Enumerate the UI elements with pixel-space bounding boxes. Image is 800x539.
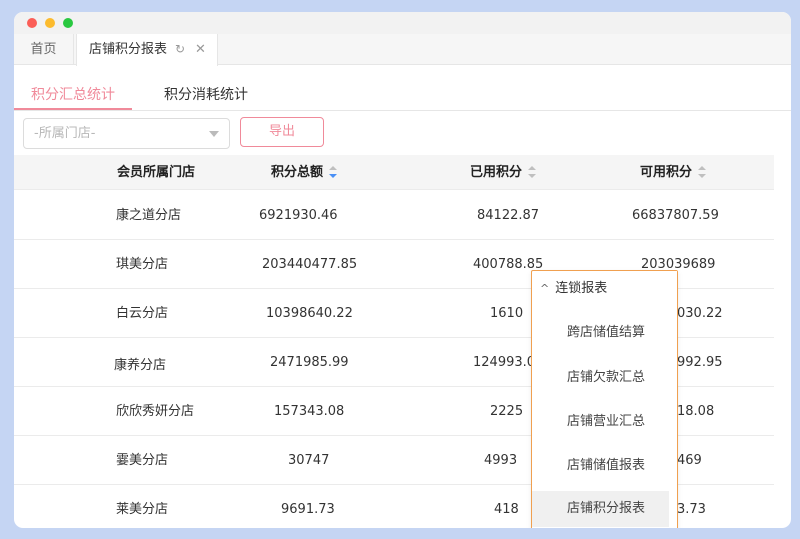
cell-used: 418 (494, 502, 519, 517)
cell-total: 157343.08 (274, 404, 345, 419)
sort-icon[interactable] (698, 165, 707, 178)
menu-item-cross-store-settlement[interactable]: 跨店储值结算 (532, 315, 669, 351)
title-bar (14, 12, 791, 34)
header-available-label: 可用积分 (640, 165, 693, 180)
menu-group-chain-reports[interactable]: ^ 连锁报表 (540, 279, 607, 299)
refresh-icon[interactable]: ↻ (175, 34, 185, 65)
tab-points-consumption[interactable]: 积分消耗统计 (164, 82, 248, 110)
cell-total: 9691.73 (281, 502, 335, 517)
header-store: 会员所属门店 (117, 165, 196, 180)
close-icon[interactable]: ✕ (195, 34, 206, 65)
cell-store: 霎美分店 (116, 453, 169, 468)
sort-icon[interactable] (329, 165, 338, 178)
menu-group-label: 连锁报表 (555, 281, 608, 296)
header-used-label: 已用积分 (470, 165, 523, 180)
chain-report-menu: ^ 连锁报表 跨店储值结算 店铺欠款汇总 店铺营业汇总 店铺储值报表 店铺积分报表 (531, 270, 678, 528)
cell-used: 1610 (490, 306, 524, 321)
menu-item-store-points-report[interactable]: 店铺积分报表 (532, 491, 669, 527)
cell-total: 10398640.22 (266, 306, 353, 321)
table-row[interactable]: 康之道分店 6921930.46 84122.87 66837807.59 (14, 191, 774, 240)
store-select[interactable]: -所属门店- (23, 118, 230, 149)
header-total[interactable]: 积分总额 (271, 155, 338, 190)
cell-available: 3.73 (677, 502, 706, 517)
close-window-button[interactable] (27, 18, 37, 28)
tab-points-summary[interactable]: 积分汇总统计 (14, 82, 132, 110)
cell-available: 992.95 (677, 355, 723, 370)
menu-item-store-arrears-summary[interactable]: 店铺欠款汇总 (532, 360, 669, 396)
menu-item-store-stored-value-report[interactable]: 店铺储值报表 (532, 448, 669, 484)
cell-total: 30747 (288, 453, 330, 468)
cell-available: 18.08 (677, 404, 715, 419)
cell-used: 2225 (490, 404, 524, 419)
cell-store: 琪美分店 (116, 257, 169, 272)
chevron-down-icon (209, 131, 219, 137)
tab-store-points-report[interactable]: 店铺积分报表 ↻ ✕ (76, 34, 218, 66)
cell-available: 030.22 (677, 306, 723, 321)
cell-available: 66837807.59 (632, 208, 719, 223)
minimize-window-button[interactable] (45, 18, 55, 28)
cell-store: 白云分店 (116, 306, 169, 321)
sort-icon[interactable] (528, 165, 537, 178)
table-header: 会员所属门店 积分总额 已用积分 可用积分 (14, 155, 774, 190)
header-used[interactable]: 已用积分 (470, 155, 537, 190)
app-window: 首页 店铺积分报表 ↻ ✕ 积分汇总统计 积分消耗统计 -所属门店- 导出 会员… (14, 12, 791, 528)
cell-available: 469 (677, 453, 702, 468)
sub-tabs: 积分汇总统计 积分消耗统计 (14, 82, 791, 111)
export-button[interactable]: 导出 (240, 117, 324, 147)
tab-home[interactable]: 首页 (14, 34, 74, 65)
cell-total: 203440477.85 (262, 257, 358, 272)
cell-used: 84122.87 (477, 208, 540, 223)
tab-bar: 首页 店铺积分报表 ↻ ✕ (14, 34, 791, 66)
cell-store: 康之道分店 (116, 208, 182, 223)
cell-total: 2471985.99 (270, 355, 349, 370)
menu-item-store-business-summary[interactable]: 店铺营业汇总 (532, 404, 669, 440)
menu-scrollbar[interactable] (669, 271, 677, 528)
header-total-label: 积分总额 (271, 165, 324, 180)
cell-store: 欣欣秀妍分店 (116, 404, 195, 419)
cell-total: 6921930.46 (259, 208, 338, 223)
cell-store: 莱美分店 (116, 502, 169, 517)
cell-store: 康养分店 (114, 358, 167, 373)
header-available[interactable]: 可用积分 (640, 155, 707, 190)
store-select-placeholder: -所属门店- (34, 126, 96, 141)
chevron-up-icon: ^ (540, 282, 550, 295)
cell-used: 124993.0 (473, 355, 536, 370)
tab-label: 店铺积分报表 (89, 42, 168, 57)
maximize-window-button[interactable] (63, 18, 73, 28)
cell-used: 4993 (484, 453, 518, 468)
